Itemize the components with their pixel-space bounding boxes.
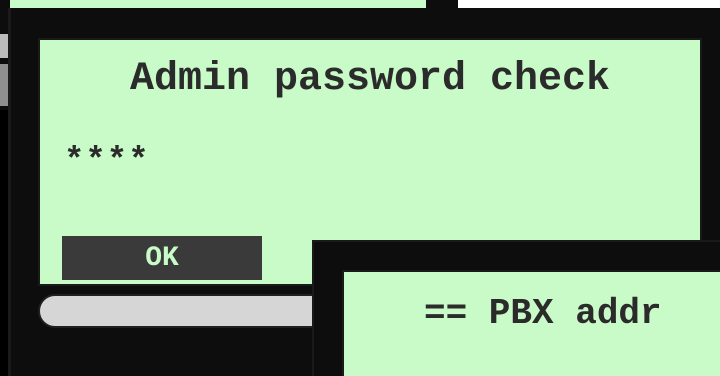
dialog-title: Admin password check (129, 57, 611, 102)
horizontal-scrollbar[interactable] (38, 294, 338, 328)
background-window-right-pane (458, 0, 720, 8)
password-field[interactable]: **** (64, 142, 150, 182)
ok-button[interactable]: OK (62, 236, 262, 280)
pbx-dialog-title: == PBX addr (424, 293, 662, 334)
